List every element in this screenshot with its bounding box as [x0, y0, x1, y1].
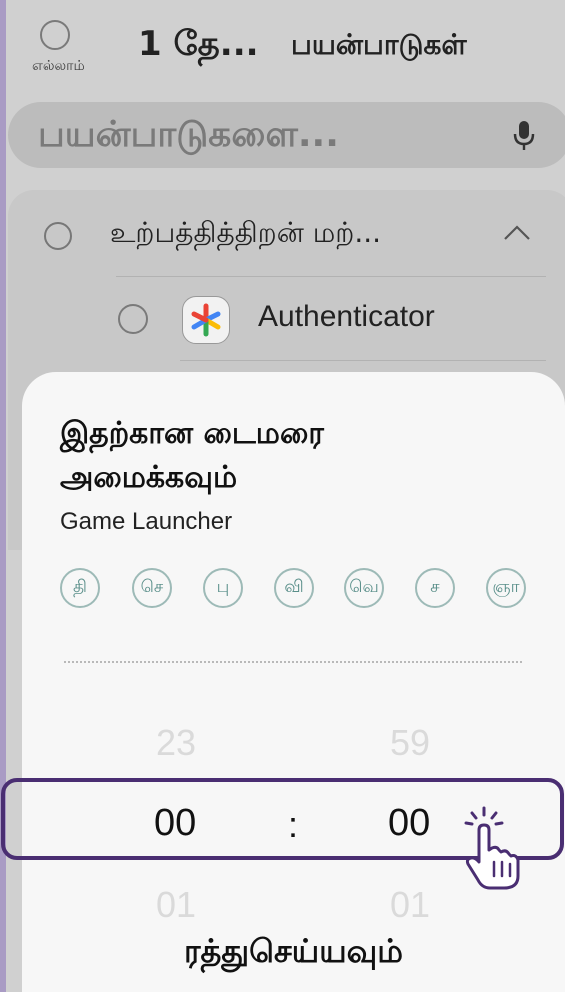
- timer-bottom-sheet: இதற்கான டைமரை அமைக்கவும் Game Launcher த…: [22, 372, 565, 992]
- sheet-app-name: Game Launcher: [60, 508, 233, 535]
- minute-next[interactable]: 01: [390, 884, 430, 926]
- category-checkbox[interactable]: [44, 222, 72, 250]
- divider: [116, 276, 546, 277]
- mic-icon[interactable]: [512, 120, 536, 152]
- dotted-divider: [64, 661, 522, 663]
- cancel-button[interactable]: ரத்துசெய்யவும்: [22, 932, 565, 974]
- selected-count: 1 தே...: [138, 24, 259, 64]
- sheet-title: இதற்கான டைமரை அமைக்கவும்: [60, 416, 324, 495]
- divider: [180, 360, 546, 361]
- day-selector: தி செ பு வி வெ ச ஞா: [60, 568, 540, 612]
- day-toggle-sat[interactable]: ச: [415, 568, 455, 608]
- hour-next[interactable]: 01: [156, 884, 196, 926]
- chevron-up-icon[interactable]: [502, 220, 532, 244]
- day-toggle-tue[interactable]: செ: [132, 568, 172, 608]
- search-input[interactable]: பயன்பாடுகளை...: [38, 114, 339, 160]
- app-checkbox[interactable]: [118, 304, 148, 334]
- page-title: பயன்பாடுகள்: [291, 28, 467, 61]
- authenticator-icon: [191, 303, 221, 337]
- select-all-checkbox[interactable]: [40, 20, 70, 50]
- authenticator-app-icon: [182, 296, 230, 344]
- day-toggle-wed[interactable]: பு: [203, 568, 243, 608]
- tap-hand-icon: [464, 806, 520, 890]
- minute-prev[interactable]: 59: [390, 722, 430, 764]
- day-toggle-thu[interactable]: வி: [274, 568, 314, 608]
- header: எல்லாம் 1 தே... பயன்பாடுகள்: [6, 0, 565, 92]
- hour-prev[interactable]: 23: [156, 722, 196, 764]
- day-toggle-mon[interactable]: தி: [60, 568, 100, 608]
- day-toggle-sun[interactable]: ஞா: [486, 568, 526, 608]
- search-bar[interactable]: பயன்பாடுகளை...: [8, 102, 565, 168]
- select-all-label: எல்லாம்: [32, 58, 85, 74]
- category-label[interactable]: உற்பத்தித்திறன் மற்...: [110, 216, 381, 253]
- app-name[interactable]: Authenticator: [258, 300, 435, 334]
- day-toggle-fri[interactable]: வெ: [344, 568, 384, 608]
